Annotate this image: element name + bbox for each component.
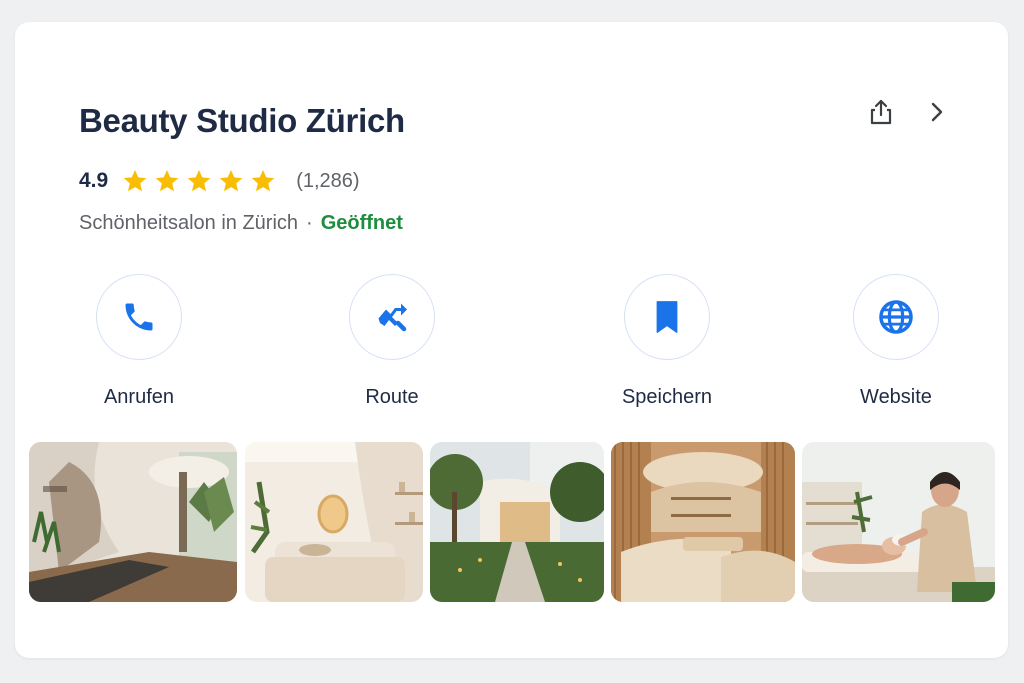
save-button[interactable] [624, 274, 710, 360]
website-action[interactable]: Website [826, 274, 966, 409]
call-label: Anrufen [103, 386, 175, 408]
place-category: Schönheitsalon in Zürich [79, 212, 299, 234]
directions-icon [378, 303, 407, 332]
photo-strip [29, 442, 995, 602]
website-button[interactable] [853, 274, 939, 360]
open-status: Geöffnet [320, 212, 403, 234]
place-title: Beauty Studio Zürich [79, 102, 405, 139]
bookmark-icon [656, 301, 678, 333]
route-action[interactable]: Route [322, 274, 462, 409]
star-icon [187, 169, 211, 192]
call-button[interactable] [96, 274, 182, 360]
rating-value: 4.9 [79, 169, 109, 192]
photo-garden-entrance[interactable] [430, 442, 604, 602]
rating-row[interactable]: 4.9 (1,286) [79, 168, 360, 194]
save-label: Speichern [621, 386, 713, 408]
photo-facial-treatment[interactable] [802, 442, 995, 602]
phone-icon [125, 303, 153, 331]
star-icon [123, 169, 147, 192]
star-icon [155, 169, 179, 192]
route-label: Route [365, 386, 419, 408]
star-icon [219, 169, 243, 192]
place-subtitle: Schönheitsalon in Zürich · Geöffnet [79, 212, 403, 235]
save-action[interactable]: Speichern [597, 274, 737, 409]
photo-treatment-room[interactable] [245, 442, 423, 602]
photo-reception-lobby[interactable] [29, 442, 237, 602]
globe-icon [879, 300, 913, 334]
star-icon [251, 169, 275, 192]
call-action[interactable]: Anrufen [69, 274, 209, 409]
top-actions [867, 98, 951, 126]
separator-dot: · [306, 212, 313, 234]
route-button[interactable] [349, 274, 435, 360]
chevron-right-icon[interactable] [923, 98, 951, 126]
website-label: Website [860, 386, 932, 408]
place-card: Beauty Studio Zürich 4.9 (1,286) Schönhe… [15, 22, 1008, 658]
share-icon[interactable] [867, 98, 895, 126]
review-count[interactable]: (1,286) [296, 170, 359, 193]
rating-stars [122, 168, 276, 194]
photo-wooden-lounge[interactable] [611, 442, 795, 602]
